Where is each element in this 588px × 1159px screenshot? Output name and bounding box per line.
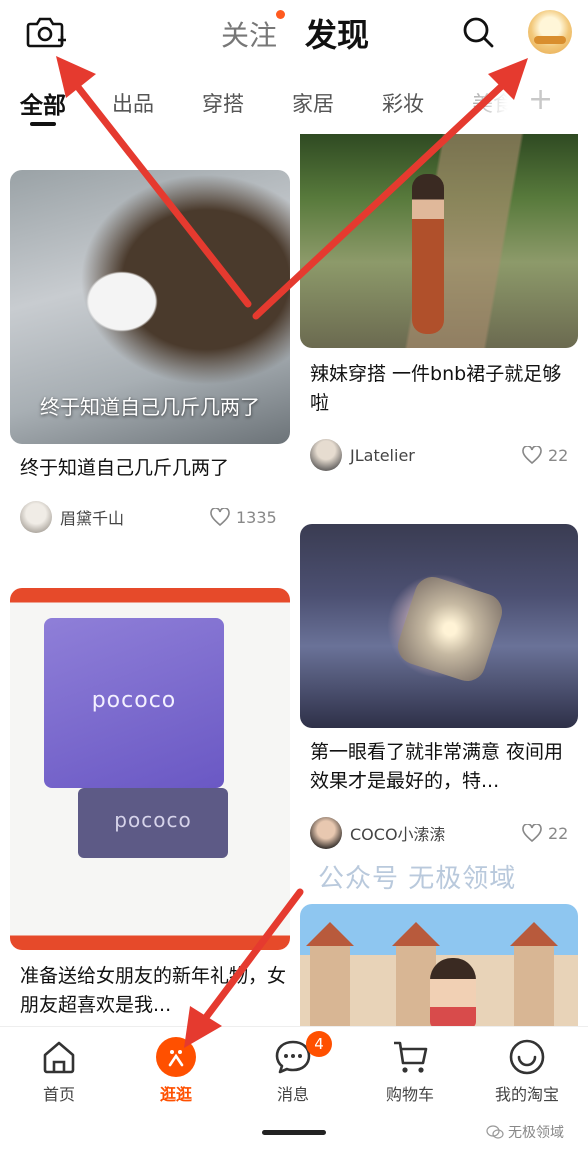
feed-card-castle[interactable] <box>300 904 578 1026</box>
author-name: 眉黛千山 <box>60 509 125 528</box>
category-tabs: 全部 出品 穿搭 家居 彩妆 美食 + <box>0 80 588 130</box>
avatar <box>20 501 52 533</box>
feed-card-outfit[interactable]: 辣妹穿搭 一件bnb裙子就足够啦 JLatelier 22 <box>300 134 578 484</box>
nav-label: 我的淘宝 <box>494 1085 559 1104</box>
nav-label: 首页 <box>42 1085 75 1104</box>
card-image <box>300 524 578 728</box>
wechat-icon <box>486 1125 504 1139</box>
card-image <box>300 134 578 348</box>
card-title: 终于知道自己几斤几两了 <box>20 457 230 479</box>
like-count[interactable]: 22 <box>522 816 568 850</box>
category-tab-products[interactable]: 出品 <box>112 88 154 118</box>
like-count[interactable]: 1335 <box>210 500 277 534</box>
card-image: pococo pococo <box>10 588 290 950</box>
corner-watermark-text: 无极领域 <box>508 1125 564 1141</box>
message-count-badge: 4 <box>306 1031 332 1057</box>
stroll-icon <box>156 1037 196 1077</box>
nav-label: 购物车 <box>385 1085 434 1104</box>
avatar <box>310 439 342 471</box>
image-detail <box>306 922 354 1026</box>
feed-card-lamp[interactable]: 第一眼看了就非常满意 夜间用效果才是最好的，特... COCO小溹溹 22 <box>300 524 578 854</box>
card-title: 第一眼看了就非常满意 夜间用效果才是最好的，特... <box>310 741 564 792</box>
nav-cart[interactable]: 购物车 <box>355 1037 465 1105</box>
tab-follow[interactable]: 关注 <box>221 14 277 54</box>
heart-icon <box>522 446 542 464</box>
category-tab-all[interactable]: 全部 <box>20 86 66 120</box>
like-count-value: 22 <box>548 823 569 843</box>
tabs-fade <box>440 80 530 130</box>
active-tab-underline <box>30 122 56 126</box>
camera-plus-icon[interactable] <box>26 14 66 50</box>
like-count-value: 22 <box>548 445 569 465</box>
image-subject-secondary: pococo <box>78 788 228 858</box>
avatar <box>310 817 342 849</box>
image-subject: pococo <box>44 618 224 788</box>
home-indicator <box>262 1130 326 1135</box>
nav-label: 逛逛 <box>159 1085 192 1104</box>
card-image: 终于知道自己几斤几两了 <box>10 170 290 444</box>
feed-card-eagle[interactable]: 终于知道自己几斤几两了 终于知道自己几斤几两了 眉黛千山 1335 <box>10 170 290 540</box>
nav-label: 消息 <box>276 1085 309 1104</box>
corner-watermark: 无极领域 <box>486 1122 564 1142</box>
image-subject <box>393 572 507 686</box>
heart-icon <box>522 824 542 842</box>
author-name: COCO小溹溹 <box>350 825 446 844</box>
category-tab-outfits[interactable]: 穿搭 <box>202 88 244 118</box>
box-logo-text: pococo <box>114 808 192 832</box>
nav-stroll[interactable]: 逛逛 <box>121 1037 231 1105</box>
user-avatar[interactable] <box>528 10 572 54</box>
nav-my-taobao[interactable]: 我的淘宝 <box>472 1037 582 1105</box>
tab-discover[interactable]: 发现 <box>305 10 369 56</box>
image-detail <box>510 922 558 1026</box>
box-logo-text: pococo <box>91 688 177 713</box>
category-tab-home[interactable]: 家居 <box>292 88 334 118</box>
card-image <box>300 904 578 1026</box>
like-count[interactable]: 22 <box>522 438 568 472</box>
home-icon <box>43 1041 75 1074</box>
image-subject <box>412 174 444 334</box>
top-bar: 关注 发现 <box>0 0 588 70</box>
card-author[interactable]: COCO小溹溹 <box>310 816 446 850</box>
card-author[interactable]: JLatelier <box>310 438 415 472</box>
card-title: 辣妹穿搭 一件bnb裙子就足够啦 <box>310 363 562 414</box>
card-title: 准备送给女朋友的新年礼物，女朋友超喜欢是我... <box>20 965 286 1016</box>
author-name: JLatelier <box>350 445 415 465</box>
watermark-text: 公众号 无极领域 <box>318 864 517 894</box>
image-caption: 终于知道自己几斤几两了 <box>40 395 260 419</box>
search-icon[interactable] <box>460 14 496 50</box>
nav-home[interactable]: 首页 <box>4 1037 114 1105</box>
add-category-button[interactable]: + <box>528 82 553 117</box>
card-author[interactable]: 眉黛千山 <box>20 500 124 534</box>
feed-card-gift[interactable]: pococo pococo 准备送给女朋友的新年礼物，女朋友超喜欢是我... <box>10 588 290 1024</box>
nav-messages[interactable]: 4 消息 <box>238 1031 348 1105</box>
heart-icon <box>210 508 230 526</box>
smile-face-icon <box>509 1039 545 1075</box>
like-count-value: 1335 <box>236 507 277 527</box>
image-subject <box>430 958 476 1026</box>
follow-notification-dot <box>276 10 285 19</box>
category-tab-makeup[interactable]: 彩妆 <box>382 88 424 118</box>
shopping-cart-icon <box>394 1041 428 1073</box>
